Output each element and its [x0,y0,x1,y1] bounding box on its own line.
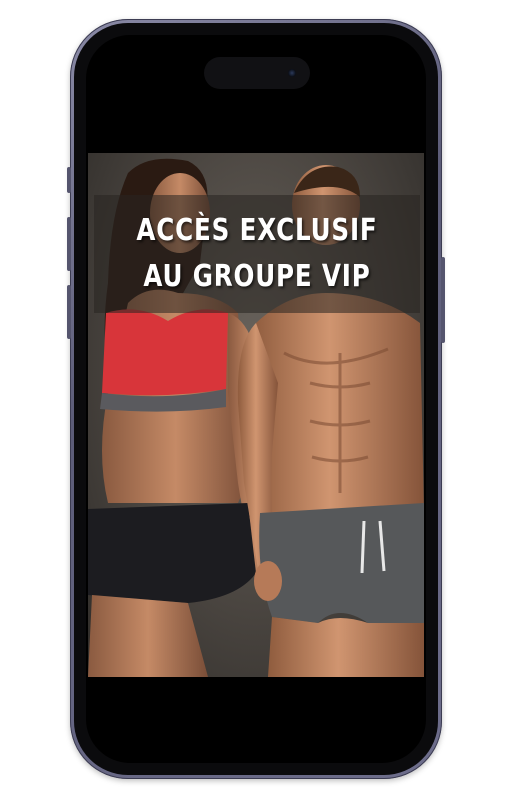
vip-group-caption: ACCÈS EXCLUSIF AU GROUPE VIP [136,213,378,294]
phone-screen: ACCÈS EXCLUSIF AU GROUPE VIP [86,35,426,763]
man-torso [252,293,424,513]
held-hands [254,561,282,601]
dynamic-island [204,57,310,89]
power-button [441,257,445,343]
volume-up-button [67,217,71,271]
red-sports-bra [102,309,228,396]
caption-overlay: ACCÈS EXCLUSIF AU GROUPE VIP [94,195,420,313]
man-legs [268,617,424,677]
volume-down-button [67,285,71,339]
front-camera-icon [288,69,296,77]
action-button [67,167,71,193]
woman-shorts [88,503,256,603]
phone-frame: ACCÈS EXCLUSIF AU GROUPE VIP [67,19,445,779]
man-shorts [259,503,424,623]
woman-legs [88,595,208,677]
fitness-couple-photo: ACCÈS EXCLUSIF AU GROUPE VIP [88,153,424,677]
